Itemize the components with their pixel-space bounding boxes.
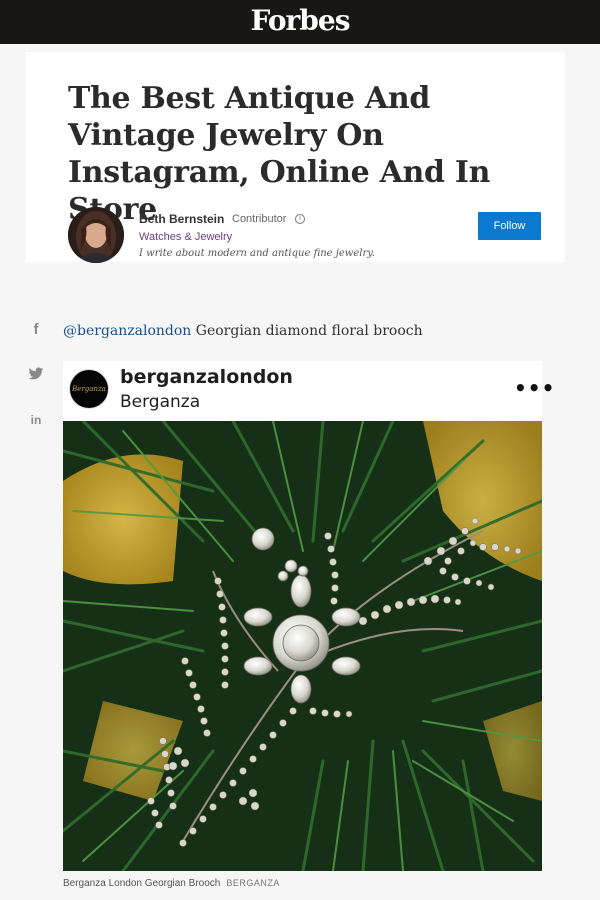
instagram-display-name: Berganza [120,392,201,412]
instagram-handle-link[interactable]: @berganzalondon [63,323,191,339]
follow-button[interactable]: Follow [478,212,541,240]
facebook-icon[interactable]: f [27,321,45,338]
twitter-icon[interactable] [27,367,45,386]
author-avatar[interactable] [68,207,124,263]
author-role: Contributor [232,213,287,225]
info-icon[interactable]: i [295,214,305,224]
instagram-avatar[interactable]: Berganza [69,369,109,409]
image-caption-text: Berganza London Georgian Brooch [63,878,221,889]
author-section-link[interactable]: Watches & Jewelry [139,231,232,243]
more-options-icon[interactable]: ••• [514,376,555,400]
embed-caption: @berganzalondon Georgian diamond floral … [63,323,423,339]
embed-caption-text: Georgian diamond floral brooch [191,323,423,339]
brooch-photo[interactable] [63,421,542,871]
forbes-logo[interactable]: Forbes [0,4,600,37]
top-bar: Forbes [0,0,600,44]
image-caption: Berganza London Georgian Brooch BERGANZA [63,878,280,889]
instagram-username[interactable]: berganzalondon [120,366,293,388]
author-name[interactable]: Beth Bernstein [139,212,224,226]
image-credit: BERGANZA [226,878,280,888]
article-title: The Best Antique And Vintage Jewelry On … [68,81,491,227]
linkedin-icon[interactable]: in [27,413,45,427]
author-bio: I write about modern and antique fine je… [139,248,375,259]
